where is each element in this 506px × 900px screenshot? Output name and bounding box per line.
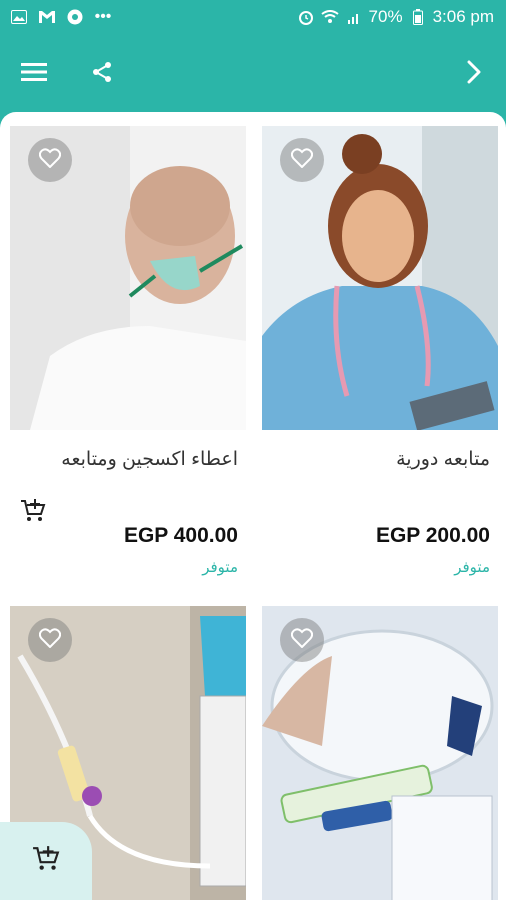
product-card-oxygen[interactable]: اعطاء اكسجين ومتابعه EGP 400.00 متوفر <box>10 126 246 596</box>
product-image-oxygen[interactable] <box>10 126 246 430</box>
product-grid: متابعه دورية EGP 200.00 متوفر اعطاء اكسج… <box>0 112 506 900</box>
heart-icon <box>290 147 314 173</box>
product-image-iv-infusion[interactable] <box>262 606 498 900</box>
heart-icon <box>290 627 314 653</box>
status-time: 3:06 pm <box>432 7 494 26</box>
heart-icon <box>38 627 62 653</box>
product-title: متابعه دورية <box>396 449 490 470</box>
share-button[interactable] <box>84 56 120 92</box>
favorite-button[interactable] <box>280 138 324 182</box>
product-card-iv-infusion[interactable] <box>262 606 498 900</box>
forward-button[interactable] <box>456 56 492 92</box>
menu-button[interactable] <box>16 56 52 92</box>
menu-icon <box>21 62 47 87</box>
add-cart-icon <box>20 499 46 528</box>
product-title: اعطاء اكسجين ومتابعه <box>61 449 238 470</box>
alarm-icon <box>297 8 315 26</box>
battery-percent: 70% <box>368 7 403 26</box>
favorite-button[interactable] <box>28 138 72 182</box>
chrome-icon <box>66 8 84 26</box>
wifi-icon <box>320 8 339 26</box>
battery-icon <box>409 8 427 26</box>
gallery-icon <box>10 8 28 26</box>
status-right: 70% 3:06 pm <box>297 7 494 27</box>
app-bar <box>0 36 506 112</box>
availability-label: متوفر <box>202 559 238 576</box>
signal-icon <box>345 8 363 26</box>
gmail-icon <box>38 8 56 26</box>
product-image-nurse[interactable] <box>262 126 498 430</box>
favorite-button[interactable] <box>280 618 324 662</box>
product-card-followup[interactable]: متابعه دورية EGP 200.00 متوفر <box>262 126 498 596</box>
more-icon: ••• <box>94 8 112 25</box>
share-icon <box>91 61 113 88</box>
heart-icon <box>38 147 62 173</box>
cart-fab-button[interactable] <box>0 822 92 900</box>
favorite-button[interactable] <box>28 618 72 662</box>
chevron-right-icon <box>467 60 481 89</box>
availability-label: متوفر <box>454 559 490 576</box>
product-price: EGP 200.00 <box>375 524 490 547</box>
add-to-cart-button[interactable] <box>20 498 50 528</box>
product-price: EGP 400.00 <box>123 524 238 547</box>
status-bar: ••• 70% 3:06 pm <box>0 0 506 36</box>
add-cart-icon <box>32 845 60 878</box>
status-left-icons: ••• <box>10 8 112 26</box>
